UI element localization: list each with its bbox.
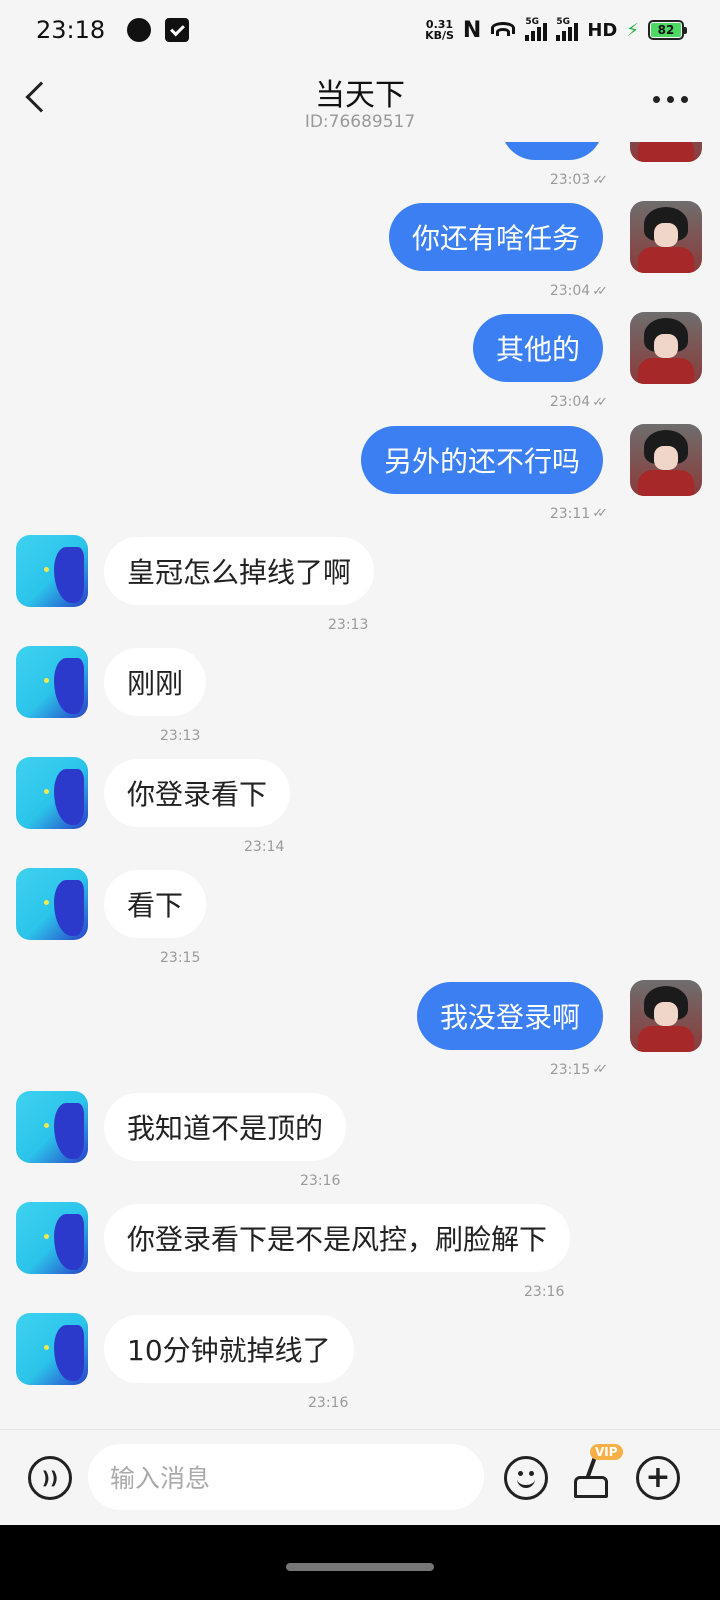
message-time: 23:16 xyxy=(524,1284,565,1300)
my-avatar[interactable] xyxy=(630,142,702,162)
shield-check-icon xyxy=(165,18,190,42)
hd-voice-icon: HD xyxy=(587,19,618,41)
message-time: 23:16 xyxy=(300,1172,341,1189)
message-time: 23:14 xyxy=(244,839,285,856)
message-row: 10分钟就掉线了 23:16 xyxy=(0,1313,720,1424)
my-avatar[interactable] xyxy=(630,979,702,1052)
message-time: 23:16 xyxy=(308,1395,349,1412)
message-list[interactable]: 没事 23:03✓✓ 你还有啥任务 23:04✓✓ 其他的 23:04✓✓ 另外的还不行吗 2… xyxy=(0,142,720,1458)
chat-user-id: ID:76689517 xyxy=(304,112,416,132)
nfc-icon: N xyxy=(462,17,482,43)
message-bubble[interactable]: 其他的 xyxy=(472,314,603,383)
message-bubble[interactable]: 没事 xyxy=(500,142,603,160)
contact-avatar[interactable] xyxy=(16,1202,88,1274)
charging-icon: ⚡ xyxy=(626,19,639,41)
notification-dot-icon xyxy=(127,18,152,42)
my-avatar[interactable] xyxy=(630,423,702,496)
wifi-icon xyxy=(490,20,516,40)
message-time: 23:04 ✓✓ xyxy=(549,283,608,300)
read-check-icon: ✓✓ xyxy=(592,394,608,410)
message-bubble[interactable]: 看下 xyxy=(104,870,207,939)
network-speed: 0.31 KB/S xyxy=(425,18,454,42)
message-row: 我知道不是顶的 23:16 xyxy=(0,1090,720,1202)
contact-avatar[interactable] xyxy=(16,757,88,830)
add-button[interactable]: + xyxy=(636,1456,680,1500)
message-bubble[interactable]: 皇冠怎么掉线了啊 xyxy=(104,536,375,605)
contact-avatar[interactable] xyxy=(16,534,88,607)
message-time: 23:13 xyxy=(328,616,369,633)
contact-avatar[interactable] xyxy=(16,868,88,941)
chat-title: 当天下 xyxy=(315,78,405,113)
vip-badge: VIP xyxy=(590,1444,623,1460)
message-bubble[interactable]: 你登录看下 xyxy=(104,759,291,828)
status-time: 23:18 xyxy=(36,16,106,44)
message-row: 另外的还不行吗 23:11 ✓✓ xyxy=(0,423,720,535)
more-options-icon[interactable] xyxy=(653,96,688,103)
voice-input-button[interactable]: )) xyxy=(28,1456,72,1500)
message-row: 其他的 23:04 ✓✓ xyxy=(0,312,720,423)
battery-level: 82 xyxy=(651,23,681,37)
input-bar: )) 输入消息 VIP + xyxy=(0,1429,720,1525)
chat-header: 当天下 ID:76689517 xyxy=(0,62,720,142)
read-check-icon: ✓✓ xyxy=(592,283,608,299)
system-nav-bar xyxy=(0,1525,720,1600)
message-bubble[interactable]: 你登录看下是不是风控，刷脸解下 xyxy=(104,1204,571,1272)
message-bubble[interactable]: 10分钟就掉线了 xyxy=(104,1315,354,1384)
message-time: 23:11 ✓✓ xyxy=(549,505,608,522)
status-bar: 23:18 0.31 KB/S N 5G 5G HD ⚡ 82 xyxy=(0,0,720,60)
my-avatar[interactable] xyxy=(630,312,702,385)
broom-icon[interactable] xyxy=(568,1454,616,1502)
contact-avatar[interactable] xyxy=(16,1090,88,1163)
message-bubble[interactable]: 你还有啥任务 xyxy=(388,203,603,272)
message-row: 皇冠怎么掉线了啊 23:13 xyxy=(0,534,720,646)
message-bubble[interactable]: 刚刚 xyxy=(104,648,207,716)
my-avatar[interactable] xyxy=(630,201,702,274)
message-row: 没事 23:03✓✓ xyxy=(0,142,720,201)
emoji-button[interactable] xyxy=(504,1456,548,1500)
message-row: 你还有啥任务 23:04 ✓✓ xyxy=(0,201,720,312)
message-time: 23:03 ✓✓ xyxy=(549,172,608,188)
contact-avatar[interactable] xyxy=(16,1313,88,1386)
signal-icon-2: 5G xyxy=(556,17,579,41)
message-time: 23:15 ✓✓ xyxy=(549,1061,608,1078)
contact-avatar[interactable] xyxy=(16,646,88,718)
message-input[interactable]: 输入消息 xyxy=(88,1444,484,1510)
message-row: 看下 23:15 xyxy=(0,868,720,979)
message-bubble[interactable]: 我没登录啊 xyxy=(416,981,603,1050)
message-row: 刚刚 23:13 xyxy=(0,646,720,757)
battery-icon: 82 xyxy=(648,20,687,40)
message-row: 我没登录啊 23:15 ✓✓ xyxy=(0,979,720,1091)
message-row: 你登录看下是不是风控，刷脸解下 23:16 xyxy=(0,1202,720,1313)
home-indicator[interactable] xyxy=(286,1563,434,1571)
message-bubble[interactable]: 另外的还不行吗 xyxy=(360,425,603,494)
message-time: 23:15 xyxy=(160,950,201,967)
message-bubble[interactable]: 我知道不是顶的 xyxy=(104,1092,347,1161)
message-time: 23:04 ✓✓ xyxy=(549,394,608,411)
message-time: 23:13 xyxy=(160,728,201,744)
read-check-icon: ✓✓ xyxy=(592,172,608,188)
signal-icon: 5G xyxy=(525,17,548,41)
read-check-icon: ✓✓ xyxy=(592,506,608,522)
message-row: 你登录看下 23:14 xyxy=(0,757,720,868)
read-check-icon: ✓✓ xyxy=(592,1062,608,1078)
